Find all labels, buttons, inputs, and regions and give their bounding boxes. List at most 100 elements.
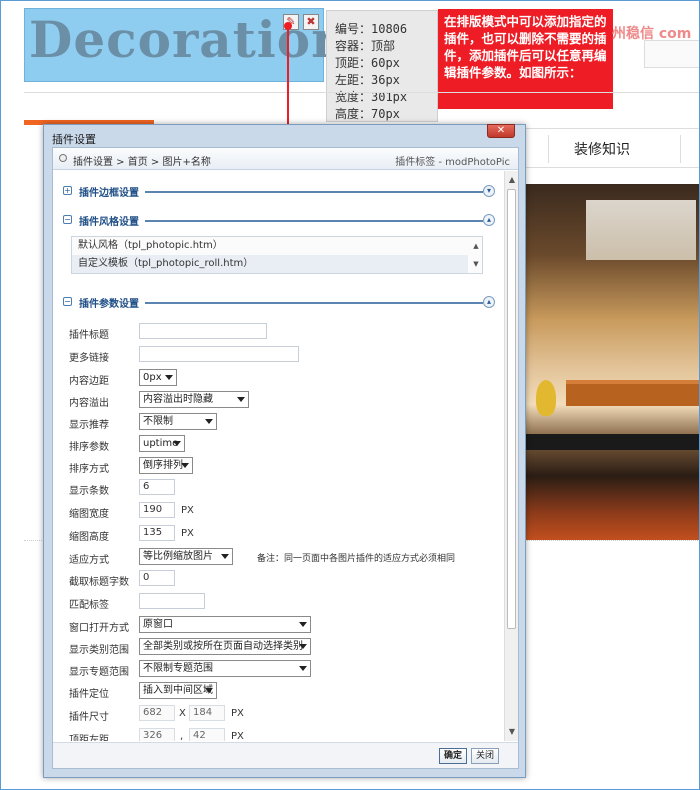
unit-px: PX	[231, 708, 244, 719]
recommend-value: 不限制	[143, 416, 173, 427]
row-overflow: 内容溢出 内容溢出时隐藏	[69, 390, 489, 410]
listbox-scroll-icon[interactable]: ▲ ▼	[470, 237, 482, 273]
label-thumb-width: 缩图宽度	[69, 509, 109, 520]
chevron-down-icon	[221, 554, 229, 559]
size-width-input[interactable]: 682	[139, 705, 175, 721]
chevron-down-icon	[205, 419, 213, 424]
count-input[interactable]: 6	[139, 479, 175, 495]
expand-icon[interactable]: ▾	[483, 185, 495, 197]
dialog-title: 插件设置	[52, 133, 96, 146]
section-line	[145, 191, 483, 193]
plugin-info-box: 编号：10806 容器：顶部 顶距：60px 左距：36px 宽度：301px …	[326, 10, 438, 122]
sort-param-select[interactable]: uptime	[139, 435, 185, 452]
recommend-select[interactable]: 不限制	[139, 413, 217, 430]
ok-button[interactable]: 确定	[439, 748, 467, 764]
row-fit-mode: 适应方式 等比例缩放图片 备注：同一页面中各图片插件的适应方式必须相同	[69, 547, 489, 567]
section-line	[145, 302, 483, 304]
label-fit-mode: 适应方式	[69, 555, 109, 566]
scroll-up-icon[interactable]: ▲	[507, 175, 517, 185]
close-button[interactable]: 关闭	[471, 748, 499, 764]
padding-select[interactable]: 0px	[139, 369, 177, 386]
label-plugin-title: 插件标题	[69, 330, 109, 341]
category-select[interactable]: 全部类别或按所在页面自动选择类别	[139, 638, 311, 655]
dialog-footer: 确定 关闭	[53, 742, 518, 768]
nav-bar: 装修知识	[526, 128, 700, 168]
label-topic: 显示专题范围	[69, 667, 129, 678]
breadcrumb: 插件设置 > 首页 > 图片+名称 插件标签 - modPhotoPic	[53, 148, 518, 170]
row-more-link: 更多链接	[69, 345, 489, 365]
position-select[interactable]: 插入到中间区域	[139, 682, 217, 699]
photo-vase	[536, 380, 556, 416]
sort-order-select[interactable]: 倒序排列	[139, 457, 193, 474]
close-icon[interactable]: ✕	[487, 124, 515, 138]
scroll-down-icon[interactable]: ▼	[507, 727, 517, 737]
plugin-title-input[interactable]	[139, 323, 267, 339]
row-thumb-height: 缩图高度 135 PX	[69, 524, 489, 544]
info-id: 编号：10806	[335, 22, 408, 36]
chevron-down-icon	[299, 666, 307, 671]
collapse-icon[interactable]: ▴	[483, 296, 495, 308]
row-recommend: 显示推荐 不限制	[69, 412, 489, 432]
label-padding: 内容边距	[69, 376, 109, 387]
fit-mode-select[interactable]: 等比例缩放图片	[139, 548, 233, 565]
overflow-select[interactable]: 内容溢出时隐藏	[139, 391, 249, 408]
unit-px: PX	[231, 731, 244, 741]
section-style-settings[interactable]: − 插件风格设置 ▴	[63, 213, 495, 229]
open-window-select[interactable]: 原窗口	[139, 616, 311, 633]
sort-order-value: 倒序排列	[143, 460, 183, 471]
row-thumb-width: 缩图宽度 190 PX	[69, 501, 489, 521]
overflow-value: 内容溢出时隐藏	[143, 394, 213, 405]
scrollbar-thumb[interactable]	[507, 189, 516, 629]
annotation-note: 在排版模式中可以添加指定的插件，也可以删除不需要的插件，添加插件后可以任意再编辑…	[438, 9, 613, 109]
chevron-down-icon	[299, 622, 307, 627]
chevron-down-icon	[165, 375, 173, 380]
offset-separator: ,	[180, 731, 184, 741]
collapse-icon[interactable]: ▴	[483, 214, 495, 226]
size-height-input[interactable]: 184	[189, 705, 225, 721]
background-field	[644, 40, 700, 68]
thumb-width-input[interactable]: 190	[139, 502, 175, 518]
breadcrumb-path: 插件设置 > 首页 > 图片+名称	[73, 157, 211, 168]
row-sort-param: 排序参数 uptime	[69, 434, 489, 454]
section-style-label: 插件风格设置	[79, 217, 139, 228]
label-truncate: 截取标题字数	[69, 577, 129, 588]
nav-item-decoration-knowledge[interactable]: 装修知识	[574, 139, 630, 159]
row-sort-order: 排序方式 倒序排列	[69, 456, 489, 476]
offset-left-input[interactable]: 42	[189, 728, 225, 741]
nav-separator	[680, 135, 681, 163]
label-sort-order: 排序方式	[69, 464, 109, 475]
match-tag-input[interactable]	[139, 593, 205, 609]
plugin-tag-label: 插件标签 - modPhotoPic	[395, 157, 510, 168]
truncate-input[interactable]: 0	[139, 570, 175, 586]
page-divider	[24, 92, 700, 93]
topic-select[interactable]: 不限制专题范围	[139, 660, 311, 677]
fit-mode-value: 等比例缩放图片	[143, 551, 213, 562]
photo-window	[586, 200, 696, 260]
row-open-window: 窗口打开方式 原窗口	[69, 615, 489, 635]
vertical-scrollbar[interactable]: ▲ ▼	[504, 171, 518, 741]
section-param-settings[interactable]: − 插件参数设置 ▴	[63, 295, 495, 311]
category-value: 全部类别或按所在页面自动选择类别	[143, 641, 303, 652]
offset-top-input[interactable]: 326	[139, 728, 175, 741]
info-height: 高度：70px	[335, 107, 400, 121]
row-plugin-title: 插件标题	[69, 322, 489, 342]
row-category: 显示类别范围 全部类别或按所在页面自动选择类别	[69, 637, 489, 657]
row-match-tag: 匹配标签	[69, 592, 489, 612]
open-window-value: 原窗口	[143, 619, 173, 630]
decoration-plugin[interactable]: Decoration ✎ ✖	[24, 8, 348, 82]
label-position: 插件定位	[69, 689, 109, 700]
plugin-settings-dialog: 插件设置 ✕ 插件设置 > 首页 > 图片+名称 插件标签 - modPhoto…	[43, 124, 526, 778]
photo-table	[566, 380, 700, 406]
more-link-input[interactable]	[139, 346, 299, 362]
chevron-down-icon	[299, 644, 307, 649]
style-option-custom[interactable]: 自定义模板（tpl_photopic_roll.htm）	[72, 255, 468, 273]
section-border-settings[interactable]: + 插件边框设置 ▾	[63, 184, 495, 200]
unit-px: PX	[181, 528, 194, 539]
info-container: 容器：顶部	[335, 39, 396, 53]
label-thumb-height: 缩图高度	[69, 532, 109, 543]
style-option-default[interactable]: 默认风格（tpl_photopic.htm）	[72, 237, 468, 255]
delete-plugin-icon[interactable]: ✖	[303, 14, 319, 30]
style-listbox[interactable]: 默认风格（tpl_photopic.htm） 自定义模板（tpl_photopi…	[71, 236, 483, 274]
info-top: 顶距：60px	[335, 56, 400, 70]
thumb-height-input[interactable]: 135	[139, 525, 175, 541]
